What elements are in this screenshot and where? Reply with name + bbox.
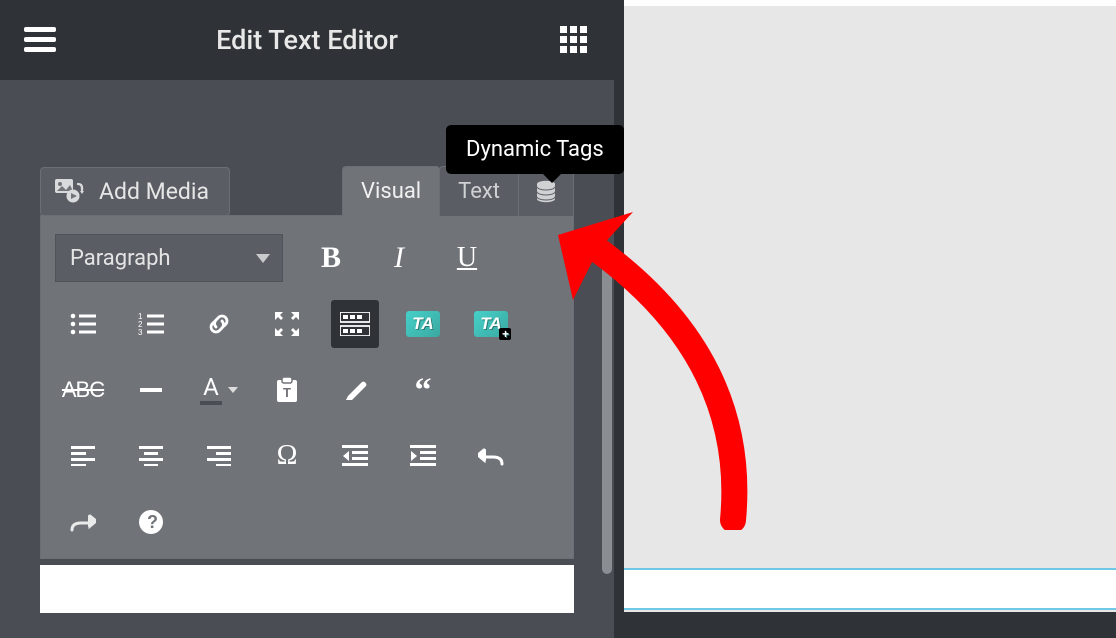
toolbar-toggle-button[interactable] [331, 300, 379, 348]
align-center-button[interactable] [127, 432, 175, 480]
canvas-preview[interactable] [614, 0, 1116, 638]
underline-button[interactable]: U [443, 234, 491, 282]
svg-text:3: 3 [138, 328, 143, 335]
panel-header: Edit Text Editor [0, 0, 614, 80]
add-media-label: Add Media [99, 178, 209, 205]
outdent-button[interactable] [331, 432, 379, 480]
clear-formatting-button[interactable] [331, 366, 379, 414]
format-select-value: Paragraph [70, 246, 171, 271]
format-select[interactable]: Paragraph [55, 234, 283, 282]
undo-button[interactable] [467, 432, 515, 480]
add-media-button[interactable]: Add Media [40, 167, 230, 216]
text-color-button[interactable]: A [195, 366, 243, 414]
link-button[interactable] [195, 300, 243, 348]
editor-content-area[interactable] [40, 565, 574, 613]
unordered-list-button[interactable] [59, 300, 107, 348]
svg-text:?: ? [147, 512, 158, 532]
menu-icon[interactable] [22, 22, 58, 58]
dynamic-tags-tooltip: Dynamic Tags [446, 125, 624, 174]
svg-text:T: T [283, 385, 291, 400]
strikethrough-button[interactable]: ABC [59, 366, 107, 414]
panel-title: Edit Text Editor [216, 24, 398, 56]
align-right-button[interactable] [195, 432, 243, 480]
paste-text-button[interactable]: T [263, 366, 311, 414]
preview-footer-bar [624, 612, 1116, 638]
bold-button[interactable]: B [307, 234, 355, 282]
preview-section-placeholder[interactable] [624, 568, 1116, 610]
blockquote-button[interactable]: “ [399, 366, 447, 414]
redo-button[interactable] [59, 498, 107, 546]
preview-background [624, 6, 1116, 638]
tinymce-toolbar: Paragraph B I U 123 [40, 215, 574, 559]
fullscreen-button[interactable] [263, 300, 311, 348]
scrollbar-thumb[interactable] [602, 254, 612, 574]
indent-button[interactable] [399, 432, 447, 480]
special-character-button[interactable]: Ω [263, 432, 311, 480]
help-button[interactable]: ? [127, 498, 175, 546]
chevron-down-icon [228, 387, 238, 393]
ta-shortcode-add-button[interactable]: TA [467, 300, 515, 348]
italic-button[interactable]: I [375, 234, 423, 282]
editor-panel: Edit Text Editor [0, 0, 614, 638]
apps-grid-icon[interactable] [556, 22, 592, 58]
database-icon [535, 180, 557, 204]
horizontal-rule-button[interactable] [127, 366, 175, 414]
media-icon [55, 179, 85, 205]
align-left-button[interactable] [59, 432, 107, 480]
ta-shortcode-button[interactable]: TA [399, 300, 447, 348]
chevron-down-icon [256, 254, 270, 263]
ordered-list-button[interactable]: 123 [127, 300, 175, 348]
tab-visual[interactable]: Visual [342, 166, 440, 216]
